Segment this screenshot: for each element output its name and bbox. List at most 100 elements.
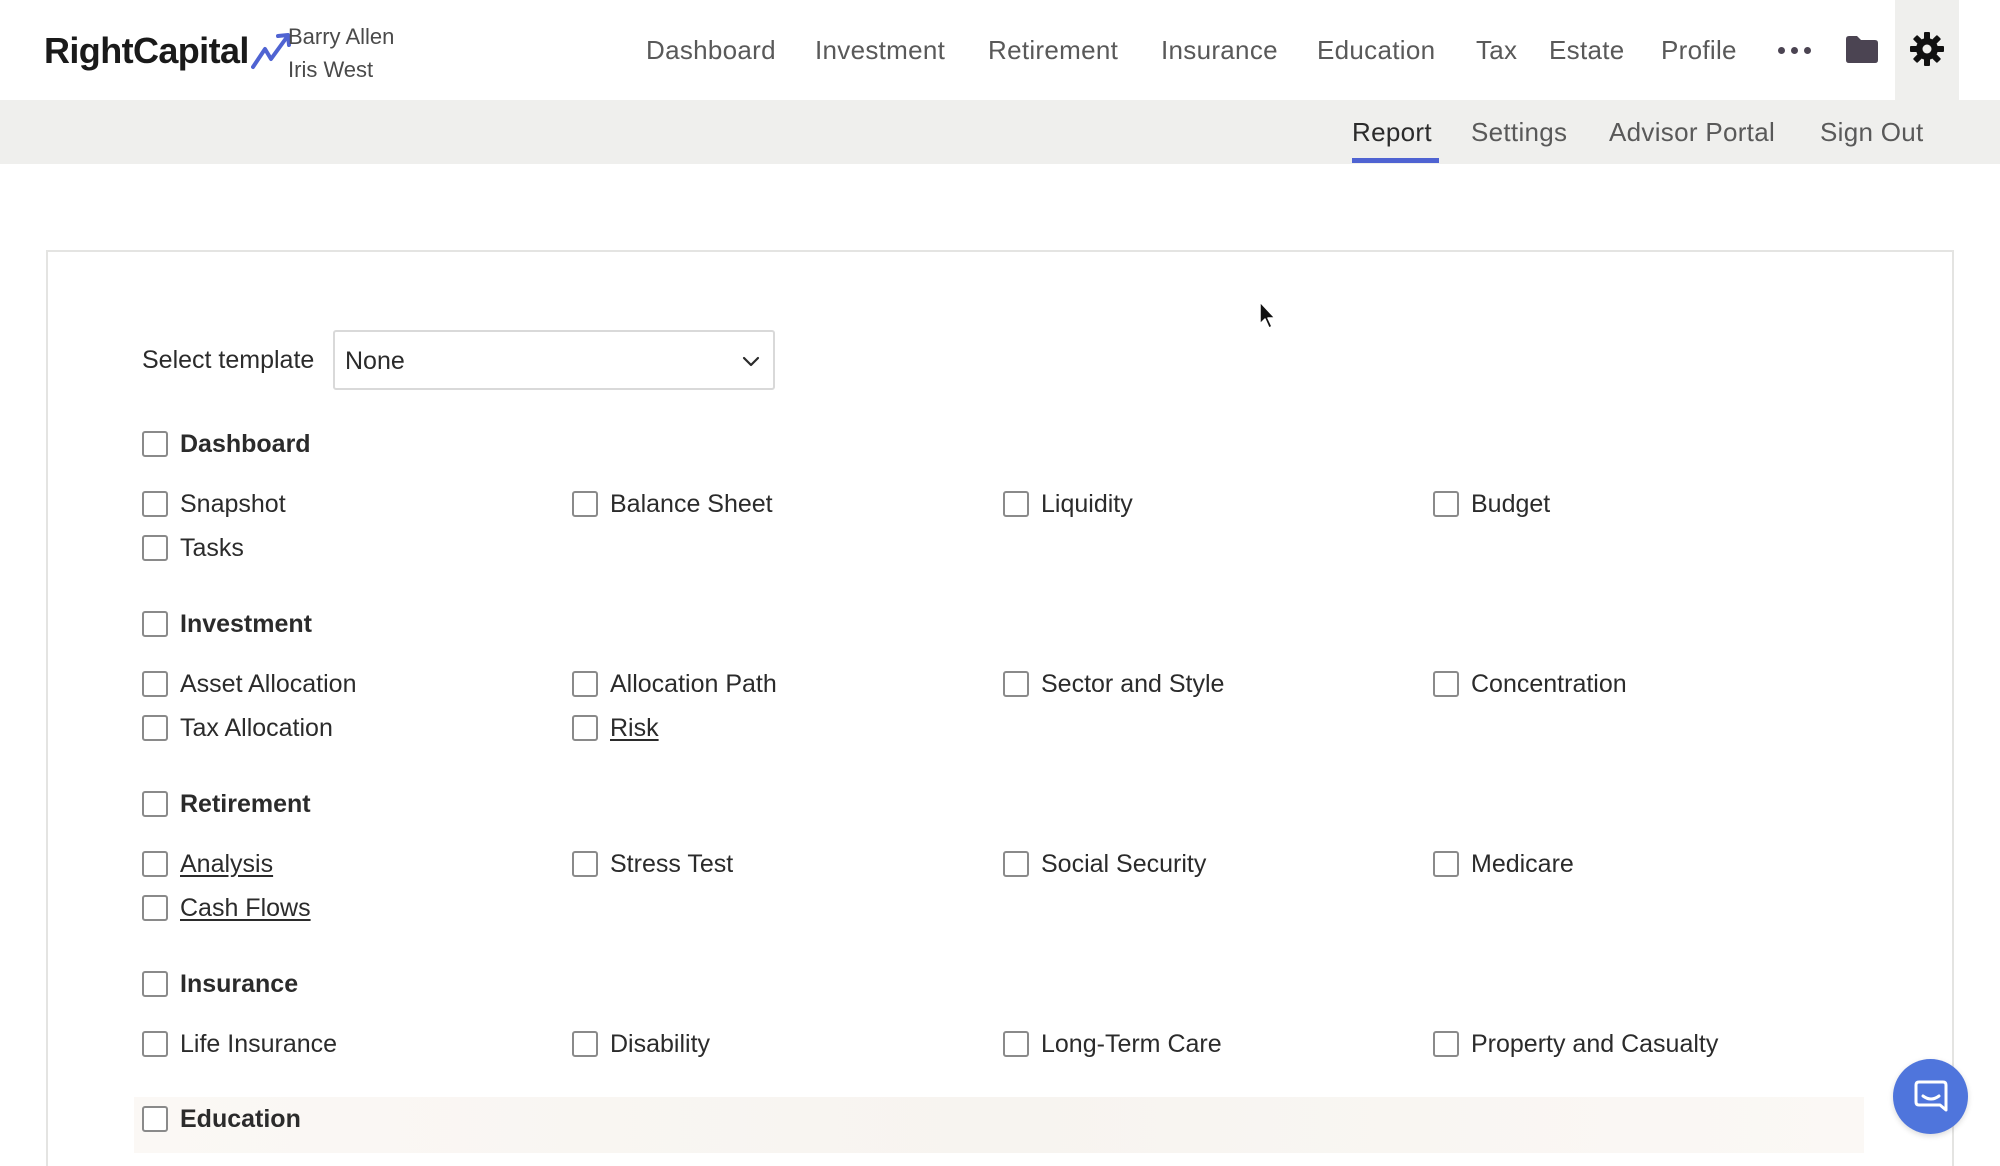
checkbox[interactable]	[1433, 671, 1459, 697]
option-life-insurance[interactable]: Life Insurance	[142, 1024, 337, 1064]
checkbox[interactable]	[1003, 851, 1029, 877]
option-concentration[interactable]: Concentration	[1433, 664, 1627, 704]
client-names: Barry Allen Iris West	[288, 20, 394, 86]
option-cash-flows[interactable]: Cash Flows	[142, 888, 311, 928]
nav-dashboard[interactable]: Dashboard	[646, 30, 776, 70]
option-tasks[interactable]: Tasks	[142, 528, 244, 568]
checkbox[interactable]	[142, 971, 168, 997]
option-label: Disability	[610, 1030, 711, 1058]
checkbox[interactable]	[142, 791, 168, 817]
section-title: Investment	[180, 610, 312, 638]
option-risk[interactable]: Risk	[572, 708, 659, 748]
option-analysis[interactable]: Analysis	[142, 844, 273, 884]
checkbox[interactable]	[142, 715, 168, 741]
top-bar: RightCapital Barry Allen Iris West Dashb…	[0, 0, 2000, 100]
option-label: Long-Term Care	[1041, 1030, 1222, 1058]
template-select-value: None	[345, 347, 405, 375]
option-long-term-care[interactable]: Long-Term Care	[1003, 1024, 1222, 1064]
checkbox[interactable]	[142, 1031, 168, 1057]
section-title: Education	[180, 1105, 301, 1133]
nav-education[interactable]: Education	[1317, 30, 1435, 70]
option-label-link[interactable]: Analysis	[180, 844, 273, 884]
option-label-link[interactable]: Risk	[610, 708, 659, 748]
option-label: Tasks	[180, 534, 244, 562]
chat-icon	[1914, 1080, 1948, 1112]
gear-icon	[1910, 32, 1944, 66]
nav-profile[interactable]: Profile	[1661, 30, 1737, 70]
option-label: Concentration	[1471, 670, 1627, 698]
tab-advisor-portal[interactable]: Advisor Portal	[1609, 100, 1775, 164]
option-label: Liquidity	[1041, 490, 1133, 518]
folder-icon[interactable]	[1844, 34, 1880, 64]
option-label: Medicare	[1471, 850, 1574, 878]
option-social-security[interactable]: Social Security	[1003, 844, 1206, 884]
more-icon[interactable]	[1778, 38, 1814, 62]
checkbox[interactable]	[1003, 491, 1029, 517]
option-medicare[interactable]: Medicare	[1433, 844, 1574, 884]
option-label-link[interactable]: Cash Flows	[180, 888, 311, 928]
checkbox[interactable]	[142, 851, 168, 877]
checkbox[interactable]	[572, 715, 598, 741]
checkbox[interactable]	[1433, 491, 1459, 517]
option-balance-sheet[interactable]: Balance Sheet	[572, 484, 773, 524]
checkbox[interactable]	[572, 491, 598, 517]
option-disability[interactable]: Disability	[572, 1024, 710, 1064]
checkbox[interactable]	[1433, 1031, 1459, 1057]
active-tab-indicator	[1352, 158, 1439, 163]
checkbox[interactable]	[142, 491, 168, 517]
option-stress-test[interactable]: Stress Test	[572, 844, 733, 884]
settings-gear-button[interactable]	[1895, 0, 1959, 100]
template-select[interactable]: None	[333, 330, 775, 390]
checkbox[interactable]	[142, 535, 168, 561]
option-liquidity[interactable]: Liquidity	[1003, 484, 1133, 524]
option-property-and-casualty[interactable]: Property and Casualty	[1433, 1024, 1718, 1064]
education-row-highlight	[134, 1097, 1864, 1153]
checkbox[interactable]	[142, 671, 168, 697]
checkbox[interactable]	[142, 611, 168, 637]
checkbox[interactable]	[142, 895, 168, 921]
logo[interactable]: RightCapital	[44, 28, 295, 74]
tab-settings[interactable]: Settings	[1471, 100, 1567, 164]
checkbox[interactable]	[142, 1106, 168, 1132]
template-label: Select template	[142, 346, 315, 374]
option-label: Asset Allocation	[180, 670, 357, 698]
logo-text: RightCapital	[44, 30, 249, 71]
option-label: Tax Allocation	[180, 714, 333, 742]
checkbox[interactable]	[572, 1031, 598, 1057]
nav-estate[interactable]: Estate	[1549, 30, 1625, 70]
option-budget[interactable]: Budget	[1433, 484, 1550, 524]
nav-retirement[interactable]: Retirement	[988, 30, 1118, 70]
tab-sign-out[interactable]: Sign Out	[1820, 100, 1924, 164]
section-investment[interactable]: Investment	[142, 604, 312, 644]
option-sector-and-style[interactable]: Sector and Style	[1003, 664, 1224, 704]
chat-button[interactable]	[1893, 1059, 1968, 1134]
option-asset-allocation[interactable]: Asset Allocation	[142, 664, 357, 704]
option-label: Snapshot	[180, 490, 286, 518]
option-label: Sector and Style	[1041, 670, 1225, 698]
checkbox[interactable]	[572, 851, 598, 877]
section-retirement[interactable]: Retirement	[142, 784, 311, 824]
section-insurance[interactable]: Insurance	[142, 964, 298, 1004]
option-label: Social Security	[1041, 850, 1207, 878]
checkbox[interactable]	[1003, 671, 1029, 697]
checkbox[interactable]	[1433, 851, 1459, 877]
tab-report[interactable]: Report	[1352, 100, 1432, 164]
client-primary: Barry Allen	[288, 24, 395, 49]
section-title: Insurance	[180, 970, 299, 998]
checkbox[interactable]	[1003, 1031, 1029, 1057]
section-dashboard[interactable]: Dashboard	[142, 424, 311, 464]
client-secondary: Iris West	[288, 57, 374, 82]
mouse-cursor-icon	[1259, 301, 1276, 329]
option-label: Property and Casualty	[1471, 1030, 1719, 1058]
nav-insurance[interactable]: Insurance	[1161, 30, 1278, 70]
option-tax-allocation[interactable]: Tax Allocation	[142, 708, 333, 748]
option-allocation-path[interactable]: Allocation Path	[572, 664, 777, 704]
checkbox[interactable]	[142, 431, 168, 457]
nav-tax[interactable]: Tax	[1476, 30, 1517, 70]
chevron-down-icon	[742, 356, 760, 367]
section-education[interactable]: Education	[142, 1099, 301, 1139]
option-label: Allocation Path	[610, 670, 777, 698]
checkbox[interactable]	[572, 671, 598, 697]
option-snapshot[interactable]: Snapshot	[142, 484, 286, 524]
nav-investment[interactable]: Investment	[815, 30, 945, 70]
